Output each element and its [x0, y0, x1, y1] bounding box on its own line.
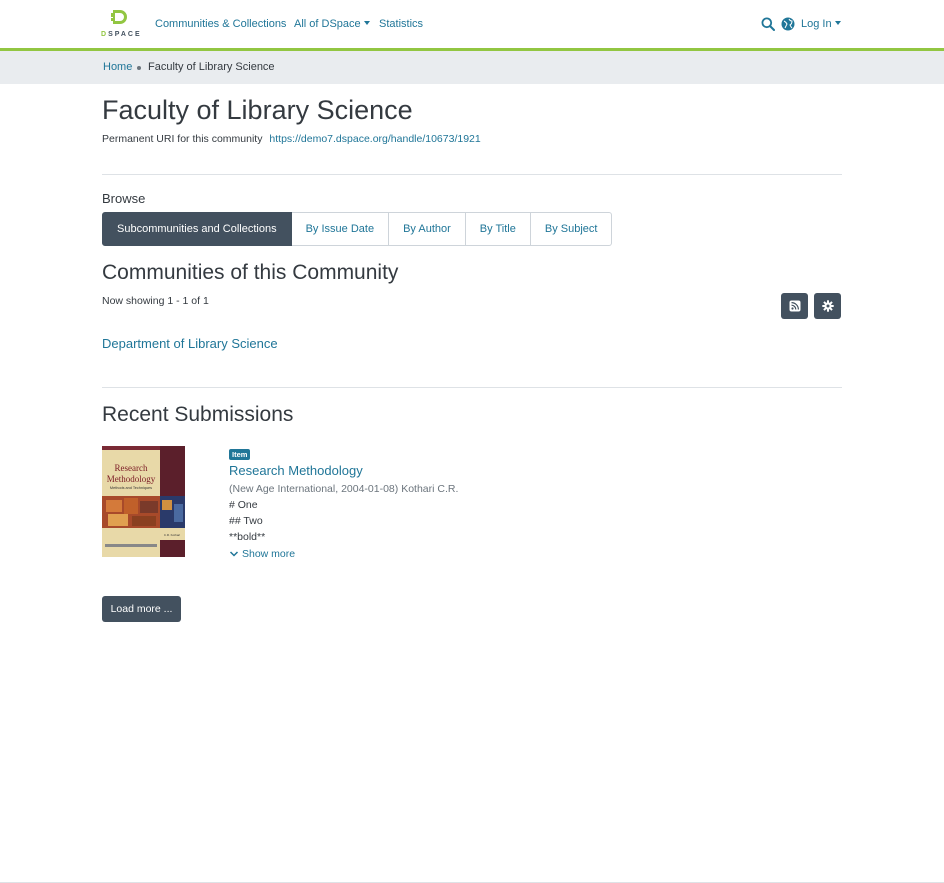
tab-subcommunities-collections[interactable]: Subcommunities and Collections [102, 212, 292, 246]
uri-link[interactable]: https://demo7.dspace.org/handle/10673/19… [269, 133, 480, 145]
language-globe-icon[interactable] [781, 17, 795, 31]
breadcrumb-separator [137, 66, 141, 70]
breadcrumb-home[interactable]: Home [103, 61, 132, 73]
nav-all-of-dspace-label: All of DSpace [294, 18, 361, 30]
item-thumbnail[interactable]: Research Methodology Methods and Techniq… [102, 446, 185, 557]
item-abstract-line: **bold** [229, 531, 266, 543]
permanent-uri: Permanent URI for this community https:/… [102, 133, 481, 145]
site-header: DSPACE Communities & Collections All of … [0, 0, 944, 48]
thumbnail-title-line1: Research [115, 463, 148, 473]
show-more-label: Show more [242, 548, 296, 560]
item-type-badge: Item [229, 449, 251, 460]
rss-button[interactable] [781, 293, 808, 319]
pagination-status: Now showing 1 - 1 of 1 [102, 295, 209, 307]
settings-button[interactable] [814, 293, 841, 319]
chevron-down-icon [834, 21, 841, 25]
divider [102, 174, 842, 175]
thumbnail-title-line2: Methodology [107, 474, 156, 484]
chevron-down-icon [363, 21, 370, 25]
thumbnail-subtitle: Methods and Techniques [110, 486, 152, 490]
tab-by-author[interactable]: By Author [389, 212, 466, 246]
nav-communities-collections[interactable]: Communities & Collections [155, 18, 286, 30]
tab-by-title[interactable]: By Title [465, 212, 531, 246]
item-title-link[interactable]: Research Methodology [229, 463, 363, 478]
breadcrumb-current: Faculty of Library Science [148, 61, 275, 73]
login-label: Log In [801, 18, 832, 30]
uri-label: Permanent URI for this community [102, 133, 263, 145]
show-more-link[interactable]: Show more [229, 548, 295, 560]
login-dropdown[interactable]: Log In [801, 18, 841, 30]
load-more-button[interactable]: Load more ... [102, 596, 181, 622]
chevron-down-icon [229, 551, 239, 557]
gear-icon [821, 300, 834, 312]
tab-by-subject[interactable]: By Subject [530, 212, 613, 246]
browse-tabs: Subcommunities and Collections By Issue … [102, 212, 613, 246]
thumbnail-author: C.R. Kothari [164, 533, 181, 537]
divider [102, 387, 842, 388]
item-abstract-line: # One [229, 499, 258, 511]
nav-all-of-dspace[interactable]: All of DSpace [294, 18, 370, 30]
browse-label: Browse [102, 191, 146, 206]
rss-icon [789, 300, 800, 312]
breadcrumb: Home Faculty of Library Science [0, 51, 944, 84]
item-metadata: (New Age International, 2004-01-08) Koth… [229, 483, 459, 495]
tab-by-issue-date[interactable]: By Issue Date [291, 212, 390, 246]
logo-text: DSPACE [101, 31, 142, 38]
communities-title: Communities of this Community [102, 261, 399, 284]
community-link[interactable]: Department of Library Science [102, 336, 278, 351]
recent-submissions-title: Recent Submissions [102, 403, 294, 426]
page-title: Faculty of Library Science [102, 95, 413, 125]
item-abstract-line: ## Two [229, 515, 263, 527]
nav-statistics[interactable]: Statistics [379, 18, 423, 30]
search-icon[interactable] [761, 17, 775, 31]
